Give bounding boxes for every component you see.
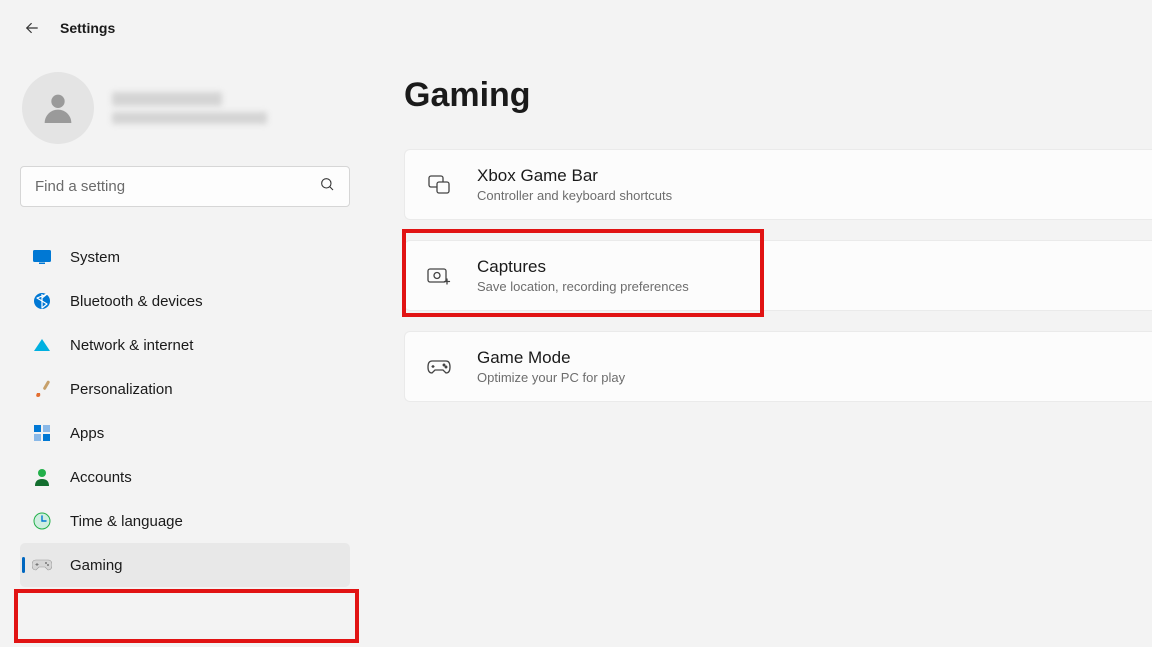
card-title: Game Mode (477, 348, 625, 368)
card-xbox-game-bar[interactable]: Xbox Game Bar Controller and keyboard sh… (404, 149, 1152, 220)
app-header: Settings (0, 0, 1152, 48)
main-content: Gaming Xbox Game Bar Controller and keyb… (360, 48, 1152, 587)
card-subtitle: Optimize your PC for play (477, 370, 625, 385)
person-icon (38, 88, 78, 128)
wifi-icon (32, 335, 52, 355)
sidebar-item-time-language[interactable]: Time & language (20, 499, 350, 543)
capture-icon (427, 264, 451, 288)
apps-icon (32, 423, 52, 443)
search-box[interactable] (20, 166, 350, 207)
gamepad-icon (32, 555, 52, 575)
card-subtitle: Save location, recording preferences (477, 279, 689, 294)
card-title: Xbox Game Bar (477, 166, 672, 186)
page-title: Gaming (404, 76, 1152, 115)
account-icon (32, 467, 52, 487)
search-input[interactable] (35, 178, 295, 195)
sidebar-item-bluetooth[interactable]: Bluetooth & devices (20, 279, 350, 323)
nav-label: Gaming (70, 557, 123, 574)
nav-label: Time & language (70, 513, 183, 530)
profile-email-obscured (112, 112, 267, 124)
card-game-mode[interactable]: Game Mode Optimize your PC for play (404, 331, 1152, 402)
card-title: Captures (477, 257, 689, 277)
sidebar-item-system[interactable]: System (20, 235, 350, 279)
sidebar-item-gaming[interactable]: Gaming (20, 543, 350, 587)
nav-list: System Bluetooth & devices Network & int… (20, 235, 350, 587)
sidebar-item-network[interactable]: Network & internet (20, 323, 350, 367)
overlay-icon (427, 173, 451, 197)
nav-label: Network & internet (70, 337, 193, 354)
nav-label: Apps (70, 425, 104, 442)
nav-label: System (70, 249, 120, 266)
clock-globe-icon (32, 511, 52, 531)
sidebar-item-accounts[interactable]: Accounts (20, 455, 350, 499)
card-captures[interactable]: Captures Save location, recording prefer… (404, 240, 1152, 311)
nav-label: Bluetooth & devices (70, 293, 203, 310)
back-button[interactable] (22, 18, 42, 38)
card-subtitle: Controller and keyboard shortcuts (477, 188, 672, 203)
annotation-highlight-gaming-nav (14, 589, 359, 643)
nav-label: Accounts (70, 469, 132, 486)
sidebar-item-apps[interactable]: Apps (20, 411, 350, 455)
nav-label: Personalization (70, 381, 173, 398)
controller-icon (427, 355, 451, 379)
sidebar: System Bluetooth & devices Network & int… (0, 48, 360, 587)
sidebar-item-personalization[interactable]: Personalization (20, 367, 350, 411)
bluetooth-icon (32, 291, 52, 311)
brush-icon (32, 379, 52, 399)
profile-block[interactable] (20, 68, 350, 166)
profile-name-obscured (112, 92, 222, 106)
avatar (22, 72, 94, 144)
monitor-icon (32, 247, 52, 267)
app-title: Settings (60, 20, 115, 36)
search-icon (319, 176, 335, 197)
